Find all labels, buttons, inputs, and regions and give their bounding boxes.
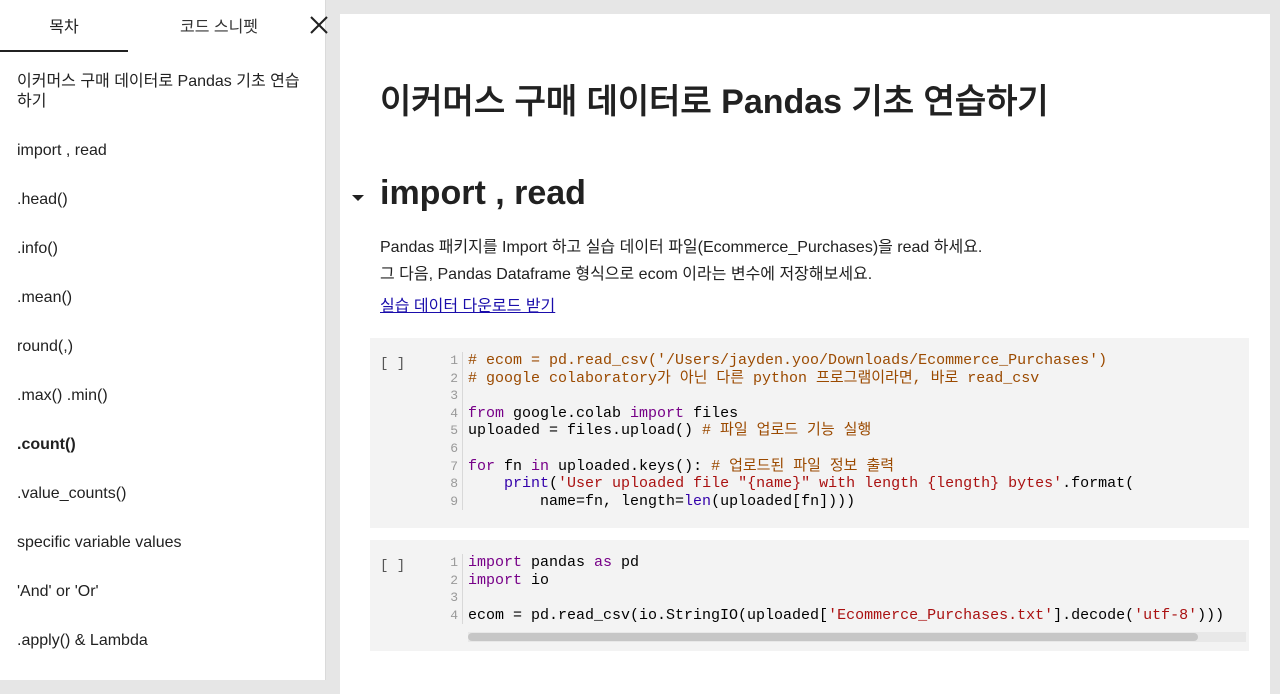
code-line: 7 for fn in uploaded.keys(): # 업로드된 파일 정보… [440,457,1249,476]
code-line: 1 # ecom = pd.read_csv('/Users/jayden.yoo… [440,352,1249,370]
toc-item[interactable]: .head() [0,190,325,210]
code-token: 'User uploaded file "{name}" with length… [558,475,1063,493]
section-description-line: 그 다음, Pandas Dataframe 형식으로 ecom 이라는 변수에… [380,266,873,283]
tab-code-snippets[interactable]: 코드 스니펫 [128,0,310,52]
code-editor[interactable]: 1 import pandas as pd 2 import io 3 4 ecom = p… [440,554,1249,625]
toc-item[interactable]: .max() .min() [0,386,325,406]
line-number: 7 [440,457,463,476]
code-token: # ecom = pd.read_csv('/Users/jayden.yoo/… [468,352,1108,369]
code-line: 1 import pandas as pd [440,554,1249,572]
code-line: 4 ecom = pd.read_csv(io.StringIO(uploaded… [440,606,1249,625]
code-token: # 파일 업로드 기능 실행 [702,422,872,440]
code-token: 'utf-8' [1134,606,1198,624]
toc-item[interactable]: specific variable values [0,533,325,553]
tab-table-of-contents[interactable]: 목차 [0,0,128,52]
line-number: 1 [440,352,463,370]
code-token: ))) [1197,606,1225,624]
code-line: 5 uploaded = files.upload() # 파일 업로드 기능 실… [440,422,1249,440]
code-token: import [630,404,685,422]
code-line: 2 import io [440,571,1249,590]
toc-list: 이커머스 구매 데이터로 Pandas 기초 연습하기 import , read… [0,72,325,680]
line-number: 3 [440,387,463,405]
toc-item[interactable]: .mean() [0,288,325,308]
section-description-line: Pandas 패키지를 Import 하고 실습 데이터 파일(Ecommerc… [380,239,983,256]
code-token: 'Ecommerce_Purchases.txt' [828,606,1054,624]
close-icon[interactable] [306,12,332,38]
code-token: files [684,404,739,422]
line-number: 9 [440,492,463,511]
code-token: len [684,492,712,510]
code-token: import [468,571,523,589]
code-token: fn [495,457,532,475]
code-line: 9 name=fn, length=len(uploaded[fn]))) [440,492,1249,511]
line-number: 8 [440,475,463,493]
scrollbar-thumb[interactable] [468,633,1198,641]
run-cell-button[interactable]: [ ] [380,356,405,372]
toc-item[interactable]: .info() [0,239,325,259]
code-line: 8 print('User uploaded file "{name}" wit… [440,475,1249,493]
sidebar: 목차 코드 스니펫 이커머스 구매 데이터로 Pandas 기초 연습하기 imp… [0,0,328,680]
notebook-main: 이커머스 구매 데이터로 Pandas 기초 연습하기 import , rea… [340,14,1270,694]
code-token: name=fn, length= [468,492,685,510]
toc-item[interactable]: .count() [0,435,325,455]
code-token: (uploaded[fn]))) [711,492,856,510]
page-title: 이커머스 구매 데이터로 Pandas 기초 연습하기 [380,83,1049,121]
code-token: for [468,457,496,475]
line-number: 5 [440,422,463,440]
code-token: from [468,404,505,422]
code-token: as [594,554,613,571]
code-token: import [468,554,523,571]
code-token: ecom = pd.read_csv(io.StringIO(uploaded[ [468,606,829,624]
code-token: ( [549,475,559,493]
code-token: in [531,457,550,475]
line-number: 1 [440,554,463,572]
horizontal-scrollbar[interactable] [468,632,1246,642]
code-token: uploaded = files.upload() [468,422,703,440]
toc-item[interactable]: 이커머스 구매 데이터로 Pandas 기초 연습하기 [0,72,325,112]
code-token: uploaded.keys(): [549,457,712,475]
download-data-link[interactable]: 실습 데이터 다운로드 받기 [380,292,555,316]
section-heading: import , read [380,174,586,212]
code-line: 3 [440,387,1249,405]
code-token: google.colab [504,404,631,422]
code-editor[interactable]: 1 # ecom = pd.read_csv('/Users/jayden.yoo… [440,352,1249,511]
code-token: print [504,475,550,493]
toc-item[interactable]: round(,) [0,337,325,357]
sidebar-tabs: 목차 코드 스니펫 [0,0,340,52]
line-number: 2 [440,369,463,388]
toc-item[interactable]: 'And' or 'Or' [0,582,325,602]
line-number: 4 [440,404,463,423]
code-cell[interactable]: [ ] 1 import pandas as pd 2 import io 3 4 ecom… [370,540,1249,651]
code-token: .format( [1062,475,1135,493]
toc-item[interactable]: import , read [0,141,325,161]
caret-down-icon[interactable] [350,190,366,206]
code-line: 4 from google.colab import files [440,404,1249,423]
code-token: # google colaboratory가 아닌 다른 python 프로그램… [468,369,1040,387]
line-number: 6 [440,439,463,458]
code-line: 2 # google colaboratory가 아닌 다른 python 프로그… [440,369,1249,388]
code-token: # 업로드된 파일 정보 출력 [711,457,895,475]
code-cell[interactable]: [ ] 1 # ecom = pd.read_csv('/Users/jayden… [370,338,1249,528]
line-number: 3 [440,589,463,607]
code-token: ].decode( [1053,606,1135,624]
code-token: io [522,571,550,589]
code-line: 3 [440,589,1249,607]
code-token: pd [612,554,640,571]
toc-item[interactable]: .apply() & Lambda [0,631,325,651]
line-number: 2 [440,571,463,590]
toc-item[interactable]: .value_counts() [0,484,325,504]
code-token: pandas [522,554,595,571]
code-line: 6 [440,439,1249,458]
run-cell-button[interactable]: [ ] [380,558,405,574]
line-number: 4 [440,606,463,625]
